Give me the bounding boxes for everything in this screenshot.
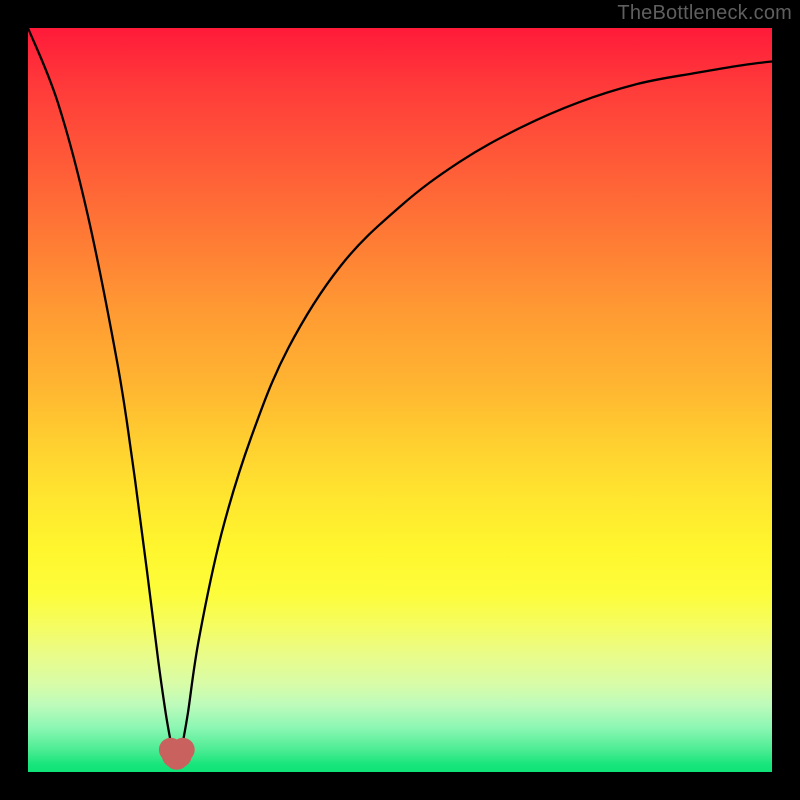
min-marker (171, 738, 195, 762)
watermark-text: TheBottleneck.com (617, 2, 792, 25)
chart-plot-area (28, 28, 772, 772)
chart-frame: TheBottleneck.com (0, 0, 800, 800)
min-marker-cluster (159, 738, 195, 770)
chart-svg (28, 28, 772, 772)
bottleneck-curve (28, 28, 772, 759)
